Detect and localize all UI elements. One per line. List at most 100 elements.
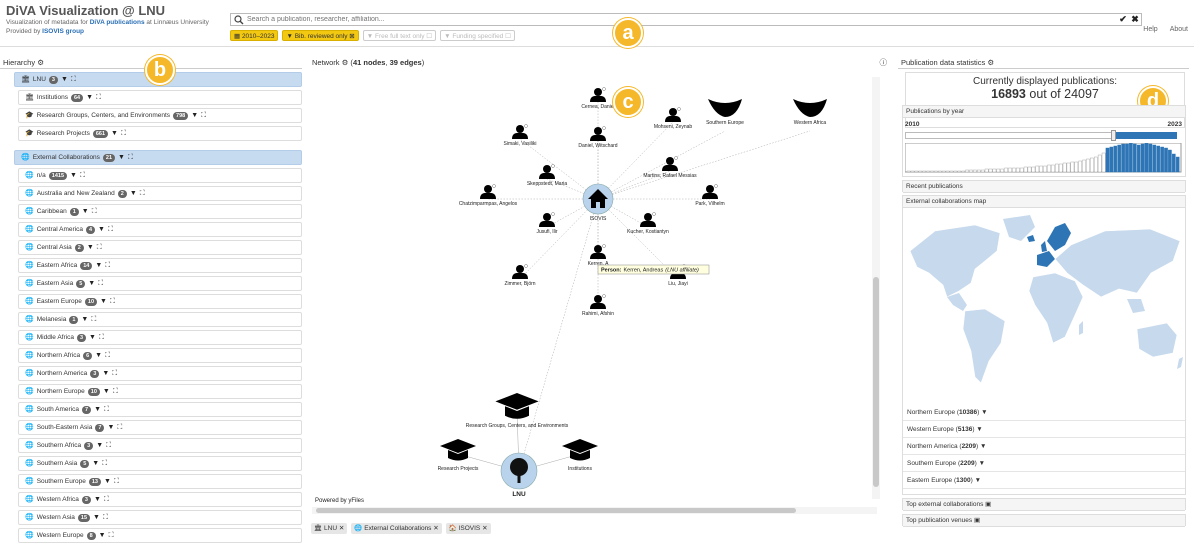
isovis-link[interactable]: ISOVIS group: [42, 28, 84, 35]
filter-icon[interactable]: ▼: [976, 426, 982, 433]
filter-icon[interactable]: ▼: [92, 456, 99, 471]
hierarchy-item[interactable]: 🌐 n/a 1415 ▼ ⛶: [18, 168, 302, 183]
hierarchy-item[interactable]: 🌐 Southern Asia 5 ▼ ⛶: [18, 456, 302, 471]
search-input[interactable]: [247, 14, 1117, 25]
expand-icon[interactable]: ⛶: [117, 420, 122, 435]
region-node[interactable]: Southern Europe: [706, 99, 744, 126]
top-collaborations-box[interactable]: Top external collaborations ▣: [902, 498, 1186, 511]
expand-icon[interactable]: ⛶: [103, 510, 108, 525]
org-node[interactable]: Research Groups, Centers, and Environmen…: [466, 393, 569, 429]
expand-icon[interactable]: ⛶: [201, 108, 206, 123]
recent-publications-box[interactable]: Recent publications: [902, 180, 1186, 193]
hierarchy-item[interactable]: 🌐 Middle Africa 3 ▼ ⛶: [18, 330, 302, 345]
person-node[interactable]: Jusufi, Ilir: [536, 212, 558, 236]
hierarchy-item[interactable]: 🌐 Northern America 3 ▼ ⛶: [18, 366, 302, 381]
person-node[interactable]: Kucher, Kostiantyn: [627, 212, 669, 236]
expand-icon[interactable]: ⛶: [98, 276, 103, 291]
expand-icon[interactable]: ⛶: [106, 438, 111, 453]
filter-icon[interactable]: ▼: [191, 108, 198, 123]
region-row[interactable]: Southern Europe (2209) ▼: [903, 455, 1185, 472]
filter-icon[interactable]: ▼: [96, 438, 103, 453]
expand-icon[interactable]: ⛶: [102, 456, 107, 471]
madagascar-shape[interactable]: [1079, 321, 1083, 335]
expand-icon[interactable]: ⛶: [114, 474, 119, 489]
year-range-slider[interactable]: [905, 126, 1177, 141]
hierarchy-item[interactable]: 🌐 Northern Africa 6 ▼ ⛶: [18, 348, 302, 363]
person-node[interactable]: Skeppstedt, Maria: [527, 164, 568, 188]
northern-europe-shape[interactable]: [1047, 223, 1071, 251]
filter-icon[interactable]: ▼: [95, 258, 102, 273]
hierarchy-group[interactable]: 🌐 External Collaborations 21 ▼ ⛶: [14, 150, 302, 165]
australia-shape[interactable]: [1136, 322, 1178, 358]
filter-icon[interactable]: ▼: [81, 312, 88, 327]
expand-icon[interactable]: ⛶: [109, 528, 114, 543]
gear-icon[interactable]: ⚙: [987, 58, 994, 67]
hierarchy-item[interactable]: 🌐 Eastern Europe 10 ▼ ⛶: [18, 294, 302, 309]
breadcrumb-item[interactable]: 🏛 LNU ✕: [311, 523, 348, 534]
expand-icon[interactable]: ⛶: [104, 402, 109, 417]
filter-icon[interactable]: ▼: [99, 528, 106, 543]
expand-icon[interactable]: ⛶: [140, 186, 145, 201]
filter-icon[interactable]: ▼: [979, 460, 985, 467]
network-vertical-scrollbar[interactable]: [872, 77, 880, 499]
hierarchy-item[interactable]: 🎓 Research Projects 661 ▼ ⛶: [18, 126, 302, 141]
person-node[interactable]: Daniel, Witschard: [578, 126, 618, 150]
filter-icon[interactable]: ▼: [980, 443, 986, 450]
filter-icon[interactable]: ▼: [94, 492, 101, 507]
uk-shape[interactable]: [1041, 241, 1047, 252]
hierarchy-item[interactable]: 🌐 Southern Africa 3 ▼ ⛶: [18, 438, 302, 453]
filter-chip[interactable]: ▼ Bib. reviewed only ⊠: [282, 30, 359, 41]
filter-icon[interactable]: ▼: [94, 402, 101, 417]
expand-icon[interactable]: ⛶: [108, 222, 113, 237]
gear-icon[interactable]: ⚙: [342, 58, 349, 67]
filter-icon[interactable]: ▼: [89, 330, 96, 345]
filter-icon[interactable]: ▼: [118, 150, 125, 165]
hierarchy-item[interactable]: 🌐 Caribbean 1 ▼ ⛶: [18, 204, 302, 219]
search-clear-icon[interactable]: ✖: [1129, 14, 1141, 25]
region-row[interactable]: Northern Europe (10386) ▼: [903, 404, 1185, 421]
expand-icon[interactable]: ⛶: [99, 330, 104, 345]
person-node[interactable]: Rahimi, Afshin: [582, 294, 614, 318]
iceland-shape[interactable]: [1027, 235, 1035, 242]
expand-icon[interactable]: ⛶: [91, 312, 96, 327]
scroll-thumb[interactable]: [873, 277, 879, 487]
filter-icon[interactable]: ▼: [98, 222, 105, 237]
hierarchy-item[interactable]: 🌐 Western Africa 3 ▼ ⛶: [18, 492, 302, 507]
person-node[interactable]: Park, Vilhelm: [695, 184, 725, 208]
southeast-asia-shape[interactable]: [1127, 299, 1145, 313]
image-icon[interactable]: ▣: [985, 501, 991, 508]
filter-icon[interactable]: ▼: [93, 510, 100, 525]
person-node[interactable]: Mohseni, Zeynab: [654, 107, 693, 131]
person-node[interactable]: Martins, Rafael Messias: [643, 156, 697, 180]
info-icon[interactable]: ⓘ: [880, 57, 888, 69]
hierarchy-item[interactable]: 🌐 Melanesia 1 ▼ ⛶: [18, 312, 302, 327]
filter-icon[interactable]: ▼: [82, 204, 89, 219]
hierarchy-item[interactable]: 🌐 Australia and New Zealand 2 ▼ ⛶: [18, 186, 302, 201]
image-icon[interactable]: ▣: [974, 517, 980, 524]
hierarchy-item[interactable]: 🌐 Western Asia 15 ▼ ⛶: [18, 510, 302, 525]
expand-icon[interactable]: ⛶: [113, 384, 118, 399]
filter-icon[interactable]: ▼: [103, 384, 110, 399]
person-node[interactable]: Cernea, Daniel: [581, 87, 615, 111]
about-link[interactable]: About: [1170, 26, 1188, 33]
hierarchy-item[interactable]: 🌐 South-Eastern Asia 7 ▼ ⛶: [18, 420, 302, 435]
africa-shape[interactable]: [1028, 272, 1084, 344]
hierarchy-item[interactable]: 🎓 Research Groups, Centers, and Environme…: [18, 108, 302, 123]
isovis-node[interactable]: ISOVIS: [582, 183, 614, 222]
hierarchy-item[interactable]: 🌐 Central America 4 ▼ ⛶: [18, 222, 302, 237]
filter-icon[interactable]: ▼: [61, 72, 68, 87]
slider-handle[interactable]: [1111, 130, 1116, 141]
filter-icon[interactable]: ▼: [981, 409, 987, 416]
expand-icon[interactable]: ⛶: [128, 150, 133, 165]
filter-icon[interactable]: ▼: [111, 126, 118, 141]
expand-icon[interactable]: ⛶: [110, 294, 115, 309]
scroll-thumb[interactable]: [316, 508, 796, 513]
org-node[interactable]: Institutions: [562, 439, 598, 472]
filter-icon[interactable]: ▼: [88, 276, 95, 291]
help-link[interactable]: Help: [1143, 26, 1157, 33]
filter-icon[interactable]: ▼: [95, 348, 102, 363]
filter-icon[interactable]: ▼: [104, 474, 111, 489]
hierarchy-item[interactable]: 🌐 Eastern Asia 5 ▼ ⛶: [18, 276, 302, 291]
expand-icon[interactable]: ⛶: [80, 168, 85, 183]
person-node[interactable]: Simaki, Vasiliki: [504, 124, 537, 148]
